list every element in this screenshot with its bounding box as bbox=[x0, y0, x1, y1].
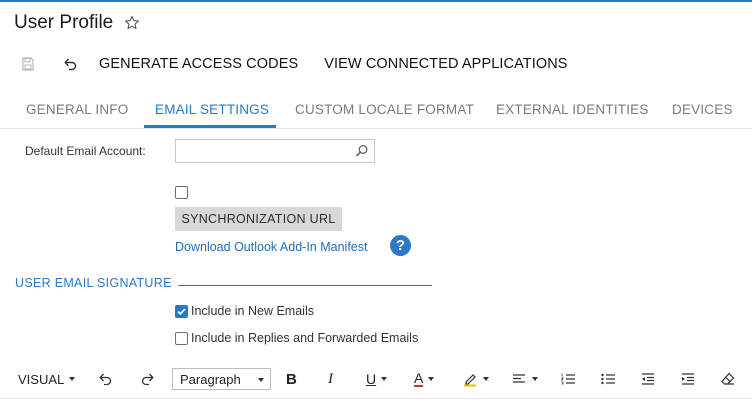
align-icon bbox=[513, 374, 525, 383]
editor-divider bbox=[0, 398, 752, 399]
view-connected-applications-button[interactable]: VIEW CONNECTED APPLICATIONS bbox=[324, 56, 567, 72]
font-color-dropdown[interactable]: A bbox=[414, 364, 435, 394]
underline-dropdown[interactable]: U bbox=[366, 364, 388, 394]
highlight-dropdown[interactable] bbox=[462, 364, 489, 394]
top-accent-line bbox=[0, 0, 752, 2]
chevron-down-icon bbox=[428, 377, 435, 381]
bold-button[interactable]: B bbox=[286, 364, 297, 394]
generate-access-codes-button[interactable]: GENERATE ACCESS CODES bbox=[99, 56, 298, 72]
user-email-signature-heading: USER EMAIL SIGNATURE bbox=[15, 276, 172, 290]
include-replies-checkbox[interactable] bbox=[175, 332, 188, 345]
outdent-icon[interactable] bbox=[640, 364, 656, 394]
eraser-icon[interactable] bbox=[720, 364, 736, 394]
tab-external-identities[interactable]: EXTERNAL IDENTITIES bbox=[496, 102, 649, 117]
chevron-down-icon bbox=[69, 377, 76, 381]
tab-general-info[interactable]: GENERAL INFO bbox=[26, 102, 128, 117]
chevron-down-icon bbox=[381, 377, 388, 381]
include-new-emails-checkbox[interactable] bbox=[175, 305, 188, 318]
visual-mode-dropdown[interactable]: VISUAL bbox=[18, 364, 76, 394]
paragraph-format-select[interactable]: Paragraph bbox=[172, 368, 271, 390]
undo-icon[interactable] bbox=[58, 52, 82, 76]
synchronization-url-button[interactable]: SYNCHRONIZATION URL bbox=[175, 207, 342, 231]
save-icon[interactable] bbox=[16, 52, 40, 76]
bullet-list-icon[interactable] bbox=[600, 364, 616, 394]
default-email-account-input[interactable] bbox=[180, 142, 350, 160]
underline-glyph: U bbox=[366, 371, 377, 387]
chevron-down-icon bbox=[532, 377, 538, 381]
default-email-account-selector[interactable] bbox=[175, 139, 375, 163]
visual-mode-label: VISUAL bbox=[18, 371, 65, 387]
tab-devices[interactable]: DEVICES bbox=[672, 102, 733, 117]
paragraph-format-value: Paragraph bbox=[180, 371, 241, 387]
chevron-down-icon bbox=[258, 378, 264, 382]
download-outlook-manifest-link[interactable]: Download Outlook Add-In Manifest bbox=[175, 240, 367, 254]
default-email-account-label: Default Email Account: bbox=[25, 144, 146, 158]
tabs-divider bbox=[0, 128, 752, 129]
section-divider bbox=[178, 285, 432, 286]
tab-bar: GENERAL INFO EMAIL SETTINGS CUSTOM LOCAL… bbox=[0, 94, 752, 128]
chevron-down-icon bbox=[483, 377, 489, 381]
italic-button[interactable]: I bbox=[328, 364, 333, 394]
search-icon[interactable] bbox=[355, 144, 369, 158]
main-toolbar: GENERATE ACCESS CODES VIEW CONNECTED APP… bbox=[16, 52, 568, 76]
editor-undo-icon[interactable] bbox=[97, 364, 113, 394]
star-icon[interactable] bbox=[124, 15, 140, 31]
indent-icon[interactable] bbox=[680, 364, 696, 394]
font-color-glyph: A bbox=[414, 370, 424, 387]
redo-icon[interactable] bbox=[140, 364, 156, 394]
tab-email-settings[interactable]: EMAIL SETTINGS bbox=[155, 102, 269, 117]
highlight-icon bbox=[464, 374, 476, 387]
align-dropdown[interactable] bbox=[511, 364, 538, 394]
numbered-list-icon[interactable] bbox=[560, 364, 576, 394]
sync-checkbox[interactable] bbox=[175, 186, 188, 199]
title-row: User Profile bbox=[14, 12, 140, 34]
include-new-emails-label: Include in New Emails bbox=[191, 304, 314, 318]
help-icon[interactable]: ? bbox=[390, 235, 411, 256]
page-title: User Profile bbox=[14, 12, 114, 33]
include-replies-label: Include in Replies and Forwarded Emails bbox=[191, 331, 419, 345]
tab-custom-locale-format[interactable]: CUSTOM LOCALE FORMAT bbox=[295, 102, 474, 117]
editor-toolbar: VISUAL B I U A bbox=[0, 364, 752, 394]
